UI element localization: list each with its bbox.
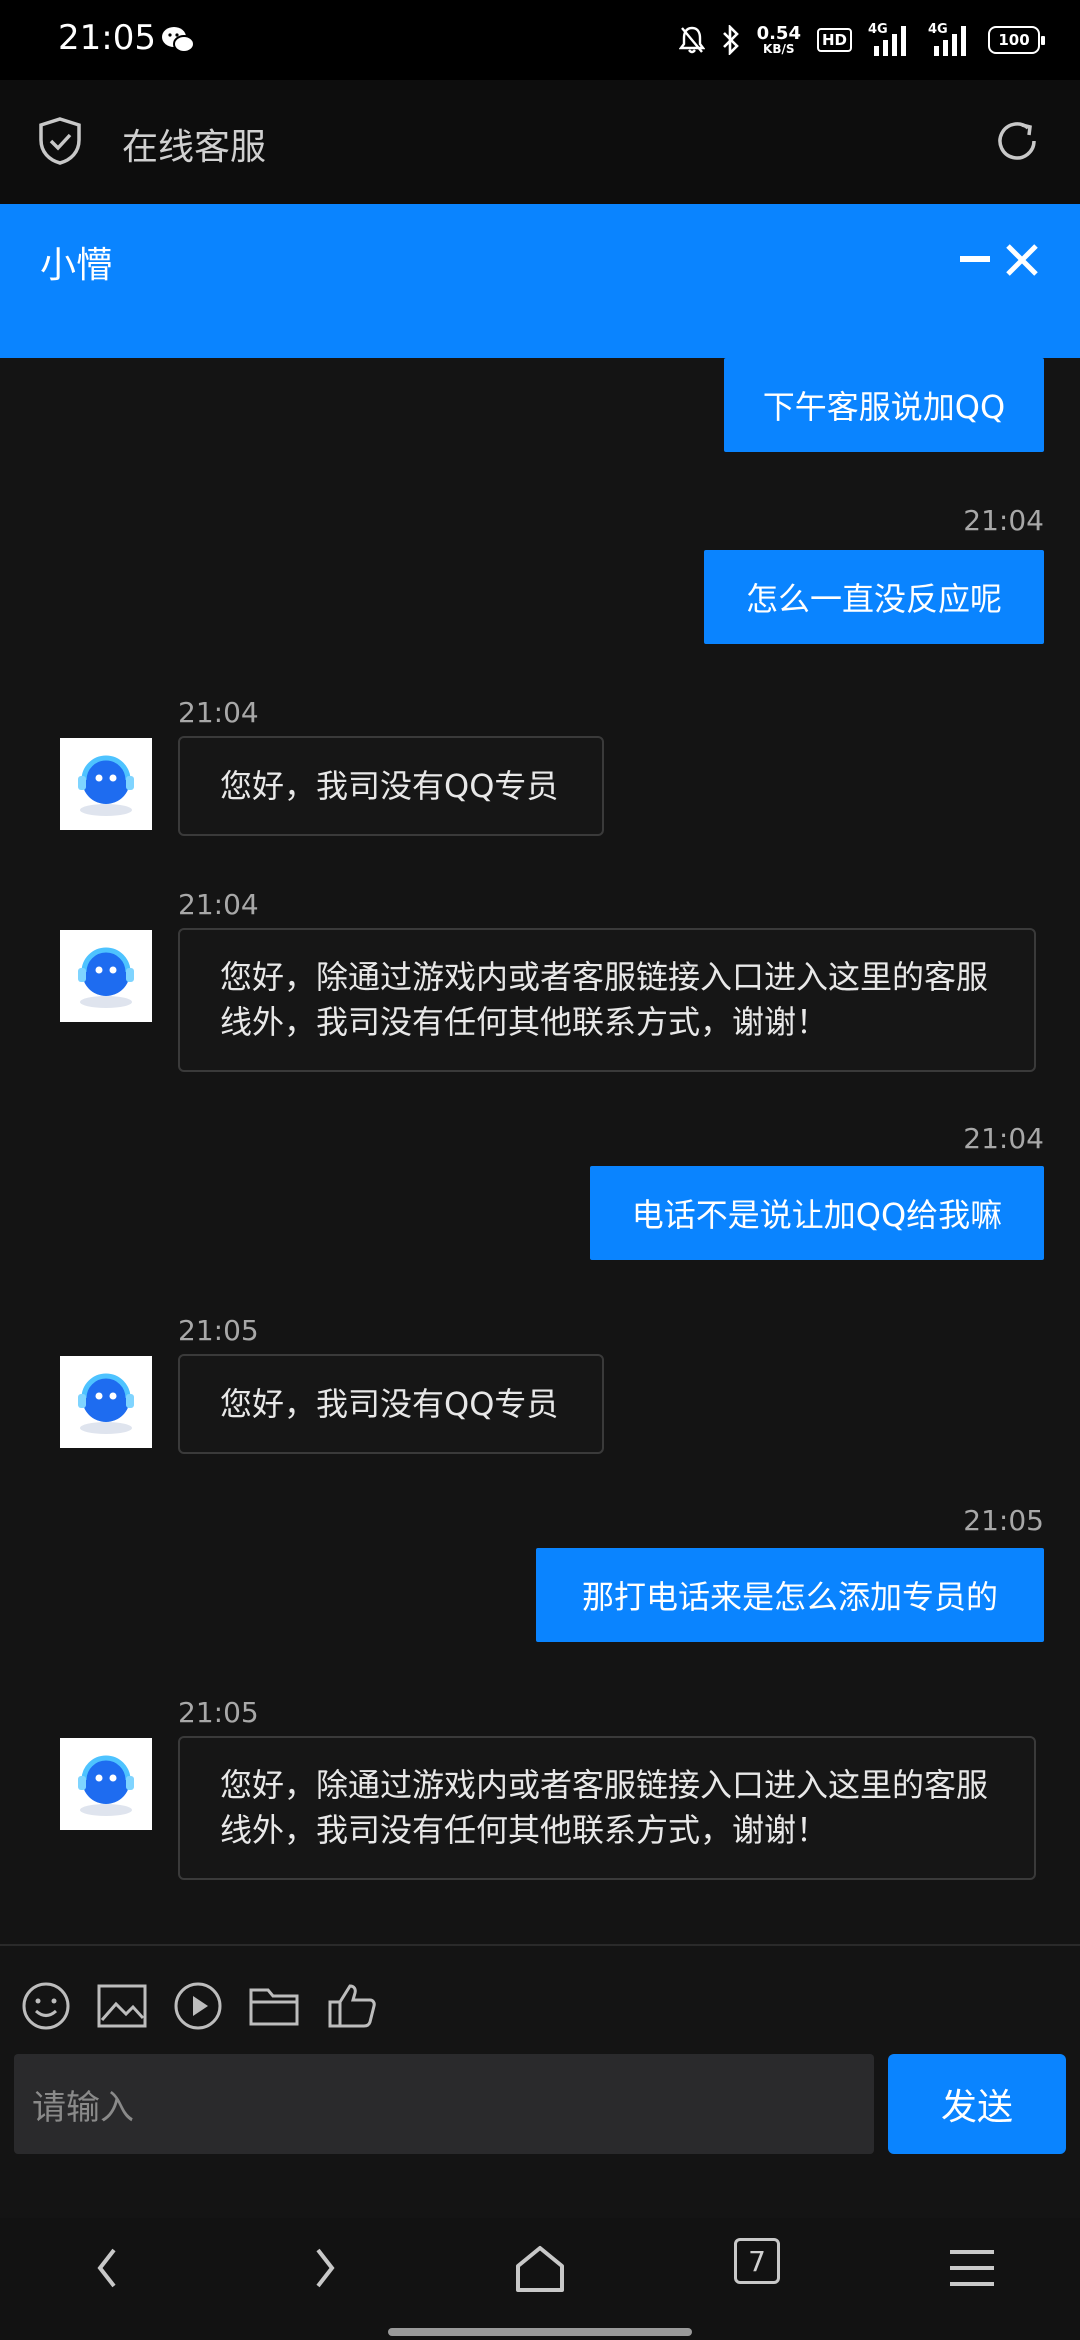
robot-avatar-icon — [78, 1755, 134, 1816]
message-bubble-incoming: 您好，我司没有QQ专员 — [178, 1354, 604, 1454]
page-title: 在线客服 — [122, 127, 267, 168]
message-input[interactable]: 请输入 — [14, 2054, 874, 2154]
robot-avatar-icon — [78, 1373, 134, 1434]
net-speed-unit: KB/S — [763, 42, 795, 56]
message-bubble-outgoing: 那打电话来是怎么添加专员的 — [536, 1548, 1044, 1642]
emoji-icon[interactable] — [20, 1980, 72, 2032]
message-bubble-incoming: 您好，我司没有QQ专员 — [178, 736, 604, 836]
app-header: 在线客服 — [0, 80, 1080, 204]
battery-icon: 100 — [988, 26, 1045, 54]
agent-name: 小懵 — [40, 245, 113, 286]
signal-label-1: 4G — [868, 22, 888, 37]
robot-avatar-icon — [78, 755, 134, 816]
browser-nav-bar: 7 — [0, 2218, 1080, 2340]
forward-icon[interactable] — [294, 2238, 354, 2298]
home-indicator[interactable] — [388, 2328, 692, 2336]
hd-badge: HD — [816, 28, 852, 52]
message-time: 21:05 — [178, 1314, 259, 1347]
signal-4g-2: 4G — [928, 22, 972, 58]
chat-header: 小懵 — [0, 204, 1080, 358]
composer: 请输入 发送 — [0, 1944, 1080, 2218]
message-time: 21:04 — [178, 888, 259, 921]
shield-check-icon — [39, 117, 81, 165]
video-icon[interactable] — [172, 1980, 224, 2032]
message-time: 21:04 — [963, 504, 1044, 537]
robot-avatar-icon — [78, 947, 134, 1008]
net-speed: 0.54 KB/S — [756, 23, 801, 56]
thumbs-up-icon[interactable] — [326, 1980, 378, 2032]
bluetooth-icon — [722, 25, 739, 55]
back-icon[interactable] — [78, 2238, 138, 2298]
wechat-icon — [162, 27, 195, 53]
agent-avatar — [60, 930, 152, 1022]
message-bubble-incoming: 您好，除通过游戏内或者客服链接入口进入这里的客服线外，我司没有任何其他联系方式，… — [178, 1736, 1036, 1880]
folder-icon[interactable] — [248, 1980, 300, 2032]
message-bubble-outgoing: 电话不是说让加QQ给我嘛 — [590, 1166, 1044, 1260]
home-icon[interactable] — [510, 2238, 570, 2298]
status-bar: 21:05 0.54 KB/S HD 4G 4G 100 — [0, 0, 1080, 80]
signal-4g-1: 4G — [868, 22, 912, 58]
battery-level: 100 — [998, 31, 1030, 49]
message-time: 21:04 — [178, 696, 259, 729]
mute-bell-icon — [678, 26, 705, 54]
agent-avatar — [60, 1356, 152, 1448]
signal-label-2: 4G — [928, 22, 948, 37]
status-time: 21:05 — [58, 18, 156, 58]
tabs-button[interactable]: 7 — [734, 2238, 780, 2284]
message-input-placeholder: 请输入 — [32, 2087, 134, 2128]
minimize-button[interactable] — [960, 256, 990, 262]
status-icons: 0.54 KB/S HD 4G 4G 100 — [678, 18, 1045, 62]
agent-avatar — [60, 1738, 152, 1830]
message-bubble-outgoing: 怎么一直没反应呢 — [704, 550, 1044, 644]
message-time: 21:05 — [178, 1696, 259, 1729]
agent-avatar — [60, 738, 152, 830]
message-bubble-incoming: 您好，除通过游戏内或者客服链接入口进入这里的客服线外，我司没有任何其他联系方式，… — [178, 928, 1036, 1072]
net-speed-value: 0.54 — [756, 23, 801, 44]
message-time: 21:04 — [963, 1122, 1044, 1155]
refresh-icon[interactable] — [992, 116, 1042, 166]
message-bubble-outgoing: 下午客服说加QQ — [724, 358, 1044, 452]
chat-messages[interactable]: 下午客服说加QQ 21:04 怎么一直没反应呢 21:04 您好，我司没有QQ专… — [0, 358, 1080, 1944]
send-button[interactable]: 发送 — [888, 2054, 1066, 2154]
image-icon[interactable] — [96, 1980, 148, 2032]
message-time: 21:05 — [963, 1504, 1044, 1537]
tab-count-label: 7 — [748, 2244, 766, 2278]
menu-icon[interactable] — [942, 2238, 1002, 2298]
close-button[interactable] — [1004, 242, 1040, 278]
